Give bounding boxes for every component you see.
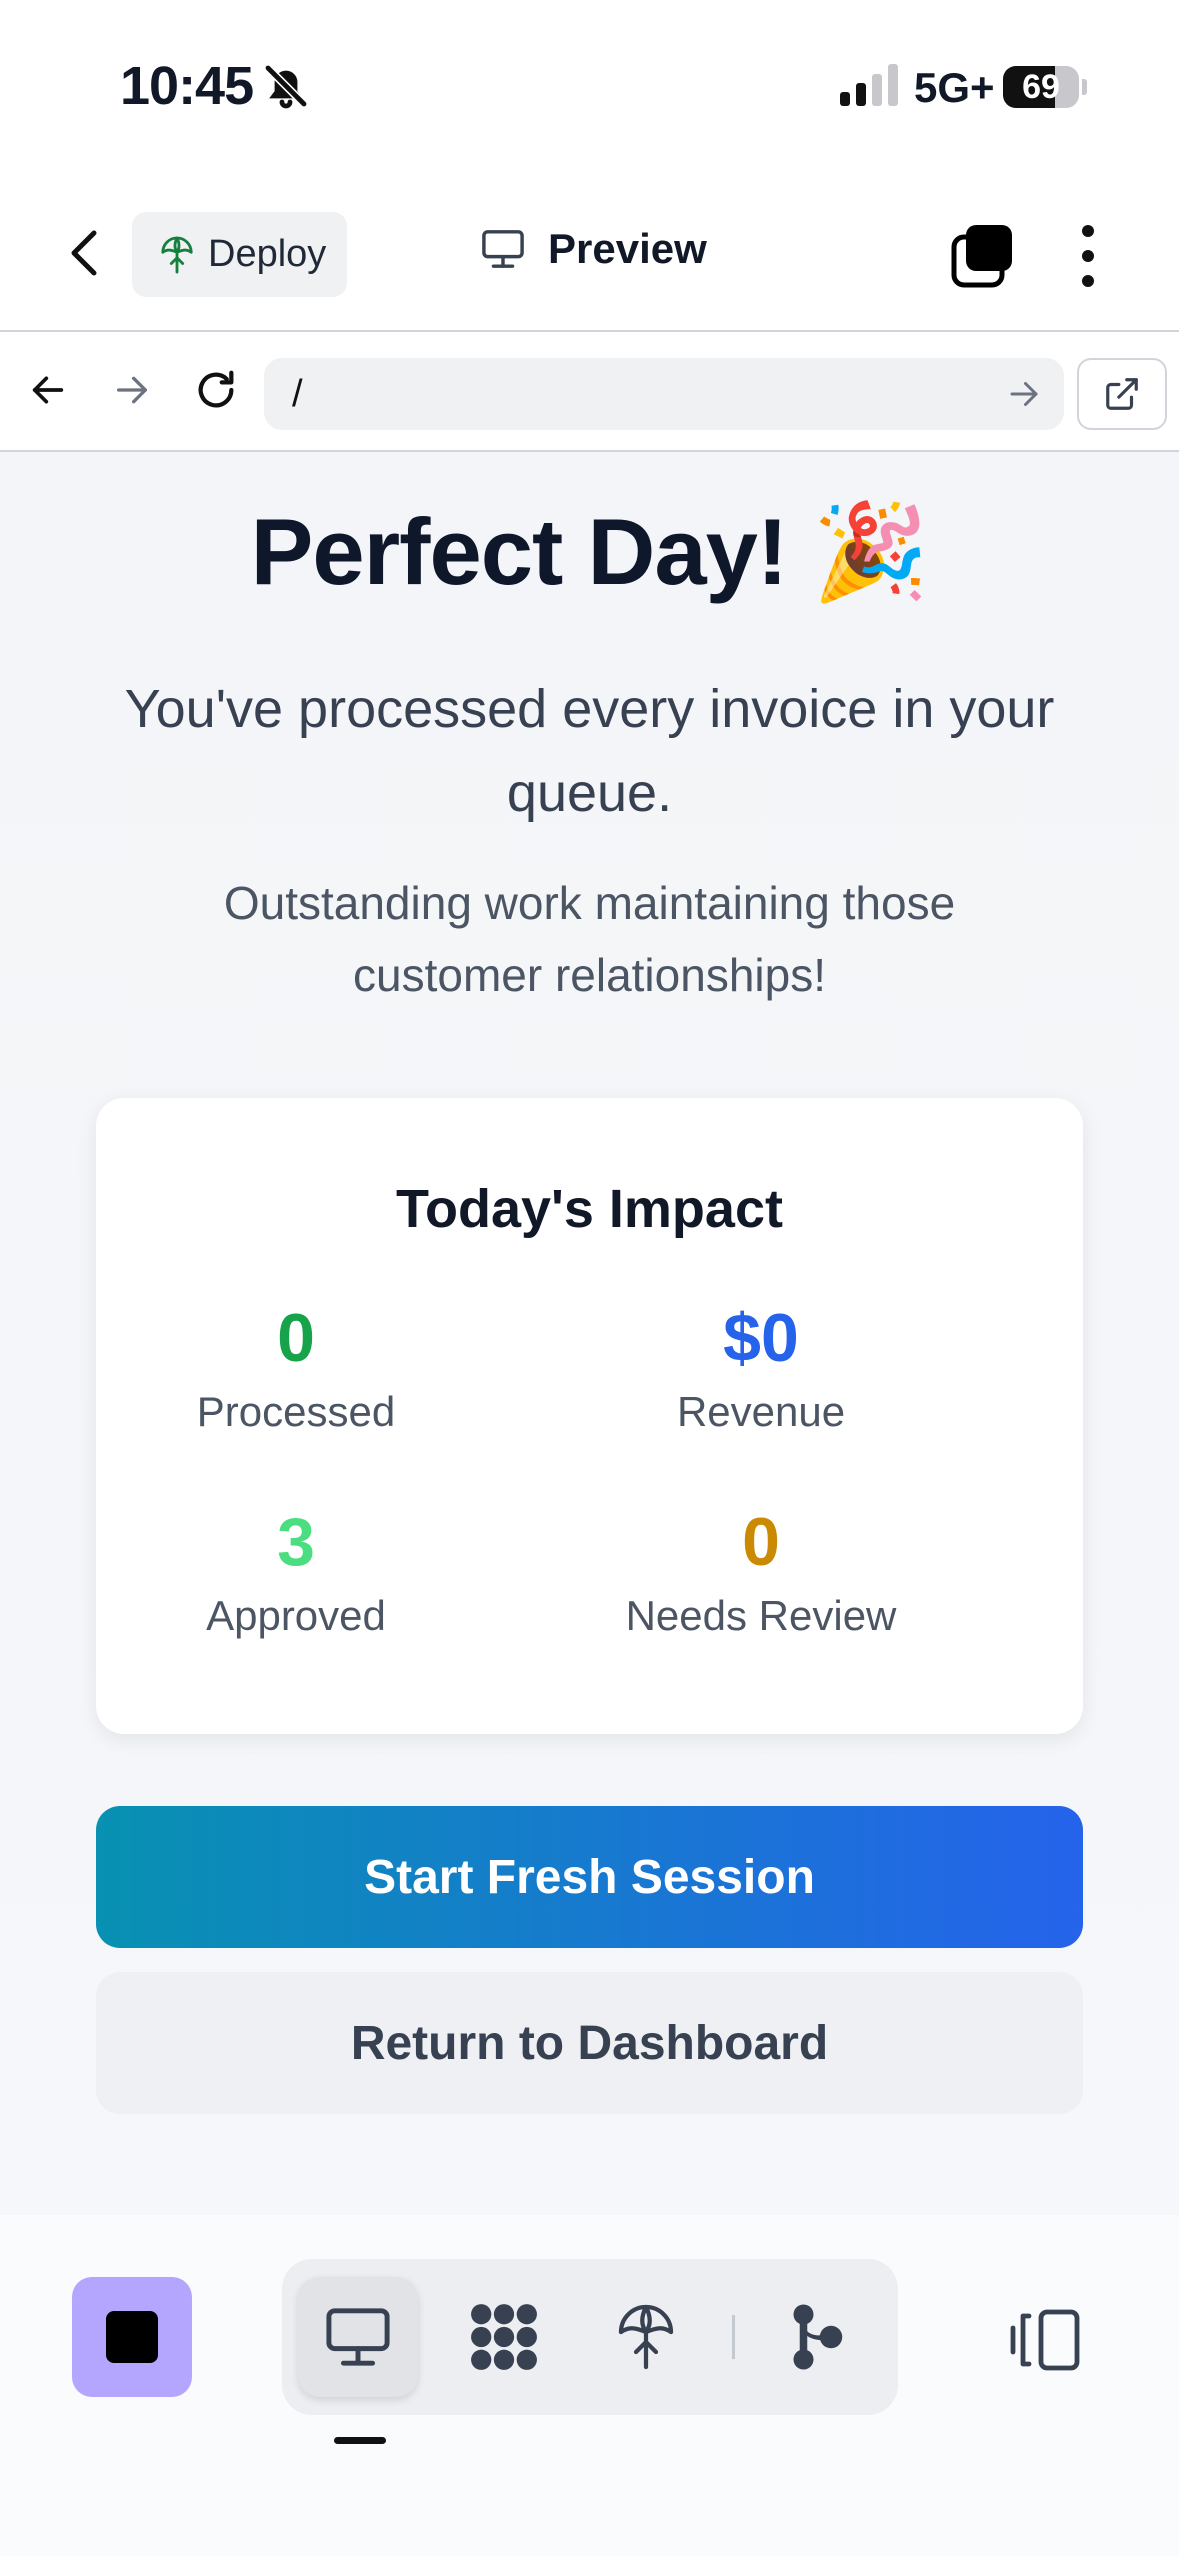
stat-value: 0 xyxy=(277,1300,315,1376)
hero-subtitle: You've processed every invoice in your q… xyxy=(124,679,1055,823)
page-title: Perfect Day! 🎉 xyxy=(250,499,930,604)
return-to-dashboard-button[interactable]: Return to Dashboard xyxy=(96,1972,1083,2114)
browser-forward-button[interactable] xyxy=(104,362,160,418)
tabs-icon[interactable] xyxy=(950,223,1016,289)
url-text: / xyxy=(292,372,303,415)
deploy-tool-button[interactable] xyxy=(586,2277,706,2397)
go-arrow-icon[interactable] xyxy=(1006,376,1042,412)
git-tool-button[interactable] xyxy=(756,2277,876,2397)
reload-button[interactable] xyxy=(188,362,244,418)
impact-card: Today's Impact 0 Processed $0 Revenue 3 … xyxy=(96,1098,1083,1734)
more-options-button[interactable] xyxy=(1068,223,1108,289)
stat-label: Processed xyxy=(196,1388,396,1435)
external-link-icon xyxy=(1106,378,1138,410)
stat-value: $0 xyxy=(723,1300,799,1376)
arrow-left-icon xyxy=(32,376,64,404)
arrow-right-icon xyxy=(117,376,147,404)
bell-muted-icon xyxy=(264,64,308,109)
impact-title: Today's Impact xyxy=(396,1179,783,1239)
hero-message: Outstanding work maintaining those custo… xyxy=(223,877,956,1001)
open-external-button[interactable] xyxy=(1077,358,1167,430)
page: 10:45 5G+ 69 Deploy Preview / Perfect Da… xyxy=(0,0,1179,2556)
apps-icon xyxy=(471,2304,537,2370)
browser-bar: / xyxy=(0,330,1179,452)
active-tab-indicator xyxy=(334,2437,386,2444)
bottom-toolbar xyxy=(0,2215,1179,2556)
stat-needs-review: 0 Needs Review xyxy=(561,1502,961,1640)
preview-title: Preview xyxy=(480,225,707,273)
deploy-icon xyxy=(618,2304,674,2370)
clock: 10:45 xyxy=(120,56,254,116)
preview-tool-button[interactable] xyxy=(298,2277,418,2397)
stat-label: Revenue xyxy=(676,1388,846,1435)
network-type: 5G+ xyxy=(914,64,995,111)
deploy-label: Deploy xyxy=(208,233,327,275)
stop-button[interactable] xyxy=(72,2277,192,2397)
stat-label: Approved xyxy=(206,1592,386,1639)
back-button[interactable] xyxy=(56,225,112,281)
git-branch-icon xyxy=(793,2304,843,2370)
divider xyxy=(732,2315,735,2359)
monitor-icon xyxy=(326,2308,390,2366)
apps-tool-button[interactable] xyxy=(444,2277,564,2397)
app-toolbar: Deploy Preview xyxy=(0,175,1179,330)
stat-label: Needs Review xyxy=(625,1592,897,1639)
panel-toggle-button[interactable] xyxy=(1000,2295,1090,2385)
chevron-left-icon xyxy=(71,230,97,276)
monitor-icon xyxy=(482,230,524,268)
stop-icon xyxy=(106,2311,158,2363)
deploy-icon xyxy=(161,236,193,273)
battery-level: 69 xyxy=(1022,68,1060,106)
deploy-button[interactable]: Deploy xyxy=(132,212,347,297)
preview-label: Preview xyxy=(548,225,707,272)
split-panel-icon xyxy=(1010,2309,1080,2371)
status-bar: 10:45 5G+ 69 xyxy=(0,0,1179,175)
stat-revenue: $0 Revenue xyxy=(561,1298,961,1436)
stat-value: 3 xyxy=(277,1504,315,1580)
start-fresh-session-label: Start Fresh Session xyxy=(364,1850,815,1904)
battery-icon: 69 xyxy=(1003,66,1087,108)
tool-group xyxy=(282,2259,898,2415)
stat-processed: 0 Processed xyxy=(96,1298,496,1436)
browser-back-button[interactable] xyxy=(20,362,76,418)
stat-value: 0 xyxy=(742,1504,780,1580)
signal-icon xyxy=(840,64,898,106)
stat-approved: 3 Approved xyxy=(96,1502,496,1640)
url-input[interactable]: / xyxy=(264,358,1064,430)
start-fresh-session-button[interactable]: Start Fresh Session xyxy=(96,1806,1083,1948)
return-to-dashboard-label: Return to Dashboard xyxy=(350,2016,829,2070)
preview-content: Perfect Day! 🎉 You've processed every in… xyxy=(0,452,1179,2215)
reload-icon xyxy=(198,370,234,408)
